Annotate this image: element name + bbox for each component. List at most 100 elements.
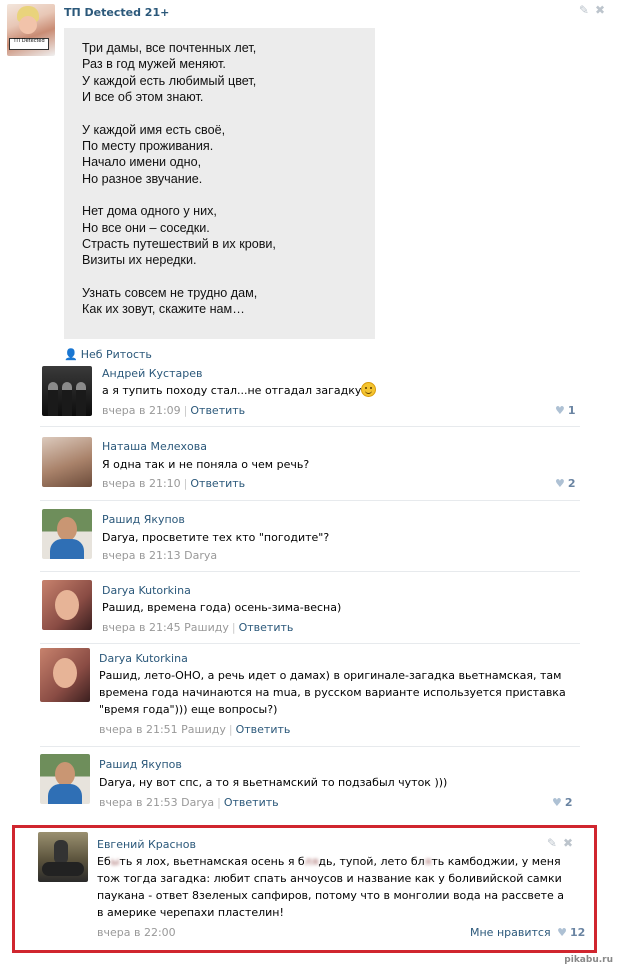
heart-icon: ♥ [555, 477, 565, 490]
close-icon[interactable]: ✖ [595, 3, 605, 17]
comment-author[interactable]: Евгений Краснов [97, 838, 196, 851]
reply-to-name[interactable]: Darya [184, 549, 217, 562]
comment-time[interactable]: вчера в 21:45 [102, 621, 181, 634]
heart-icon: ♥ [557, 926, 567, 939]
comment-text-body: а я тупить походу стал...не отгадал зага… [102, 384, 362, 397]
like-button[interactable]: ♥ 2 [552, 796, 573, 809]
poem-stanza: У каждой имя есть своё, По месту прожива… [82, 122, 357, 188]
poem-line: У каждой есть любимый цвет, [82, 73, 257, 88]
comment-meta: вчера в 22:00 [97, 926, 176, 939]
reply-to-name[interactable]: Рашиду [184, 621, 229, 634]
comment-text: Darya, просветите тех кто "погодите"? [102, 531, 330, 544]
comment-text: Я одна так и не поняла о чем речь? [102, 458, 310, 471]
reply-to-name[interactable]: Darya [181, 796, 214, 809]
like-count: 2 [567, 477, 576, 490]
like-label: Мне нравится [470, 926, 551, 939]
comment-text-part: Еб [97, 855, 111, 868]
poem-line: Три дамы, все почтенных лет, [82, 41, 257, 55]
avatar[interactable] [40, 648, 90, 702]
poem-line: По месту проживания. [82, 139, 214, 154]
heart-icon: ♥ [552, 796, 562, 809]
comment-meta: вчера в 21:09 | Ответить [102, 404, 246, 417]
comment-meta: вчера в 21:53 Darya | Ответить [99, 796, 279, 809]
like-button[interactable]: ♥ 2 [555, 477, 576, 490]
reply-button[interactable]: Ответить [236, 723, 291, 736]
poem-stanza: Нет дома одного у них, Но все они – сосе… [82, 203, 357, 269]
comment-text: Рашид, времена года) осень-зима-весна) [102, 601, 342, 614]
comment-meta: вчера в 21:13 Darya [102, 549, 217, 562]
post-likers[interactable]: 👤 Неб Ритость [64, 348, 152, 361]
comment-author[interactable]: Рашид Якупов [99, 758, 182, 771]
like-button[interactable]: ♥ 1 [555, 404, 576, 417]
poem-line: И все об этом знают. [82, 90, 204, 105]
poem-line: Как их зовут, скажите нам… [82, 302, 245, 317]
post-author-avatar[interactable]: ТП Detected [7, 4, 55, 56]
liker-name[interactable]: Неб Ритость [81, 348, 152, 361]
reply-button[interactable]: Ответить [239, 621, 294, 634]
reply-button[interactable]: Ответить [190, 477, 245, 490]
comment-text-part: ть я лох, вьетнамская осень я б [119, 855, 305, 868]
watermark: pikabu.ru [564, 955, 613, 965]
poem-line: У каждой имя есть своё, [82, 122, 226, 137]
poem-line: Узнать совсем не трудно дам, [82, 285, 258, 300]
comment-time[interactable]: вчера в 21:10 [102, 477, 181, 490]
avatar[interactable] [40, 754, 90, 804]
comment-author[interactable]: Darya Kutorkina [99, 652, 188, 665]
poem-line: Нет дома одного у них, [82, 204, 217, 219]
comment-text: Ебыть я лох, вьетнамская осень я блядь, … [97, 853, 571, 921]
avatar[interactable] [42, 366, 92, 416]
like-count: 1 [567, 404, 576, 417]
close-icon[interactable]: ✖ [563, 836, 573, 850]
comment-divider [40, 746, 580, 747]
comment-divider [40, 571, 580, 572]
comment-divider [40, 426, 580, 427]
comment-author[interactable]: Darya Kutorkina [102, 584, 191, 597]
comment-time[interactable]: вчера в 21:53 [99, 796, 178, 809]
comment-time[interactable]: вчера в 21:13 [102, 549, 181, 562]
heart-icon: ♥ [555, 404, 565, 417]
poem-line: Начало имени одно, [82, 155, 202, 170]
poem-line: Визиты их нередки. [82, 253, 197, 268]
post-poem-text: Три дамы, все почтенных лет, Раз в год м… [64, 28, 375, 339]
reply-button[interactable]: Ответить [190, 404, 245, 417]
poem-line: Страсть путешествий в их крови, [82, 237, 276, 252]
poem-line: Раз в год мужей меняют. [82, 57, 226, 72]
comment-time[interactable]: вчера в 22:00 [97, 926, 176, 939]
reply-to-name[interactable]: Рашиду [181, 723, 226, 736]
comment-author[interactable]: Рашид Якупов [102, 513, 185, 526]
comment-text: Рашид, лето-ОНО, а речь идет о дамах) в … [99, 669, 566, 716]
comment-author[interactable]: Наташа Мелехова [102, 440, 207, 453]
like-button[interactable]: Мне нравится ♥ 12 [470, 926, 585, 939]
poem-line: Но разное звучание. [82, 171, 203, 186]
comment-text-part: дь, тупой, лето бл [318, 855, 425, 868]
reply-button[interactable]: Ответить [224, 796, 279, 809]
comment-time[interactable]: вчера в 21:51 [99, 723, 178, 736]
comment-tools: ✎ ✖ [541, 836, 573, 850]
edit-icon[interactable]: ✎ [579, 3, 589, 17]
like-count: 12 [569, 926, 586, 939]
comment-text: Darya, ну вот спс, а то я вьетнамский то… [99, 776, 448, 789]
post-author-name[interactable]: ТП Detected 21+ [64, 6, 169, 19]
like-count: 2 [564, 796, 573, 809]
post-tools: ✎ ✖ [573, 3, 605, 17]
poem-stanza: Три дамы, все почтенных лет, Раз в год м… [82, 40, 357, 106]
comment-author[interactable]: Андрей Кустарев [102, 367, 202, 380]
comment-text: а я тупить походу стал...не отгадал зага… [102, 382, 572, 399]
comment-divider [40, 500, 580, 501]
smiley-icon [361, 382, 377, 397]
censored-mark: ля [304, 855, 319, 868]
comment-meta: вчера в 21:10 | Ответить [102, 477, 246, 490]
avatar[interactable] [42, 509, 92, 559]
avatar[interactable] [42, 437, 92, 487]
comment-time[interactable]: вчера в 21:09 [102, 404, 181, 417]
comment-meta: вчера в 21:51 Рашиду | Ответить [99, 723, 291, 736]
avatar-badge-text: ТП Detected [9, 38, 49, 50]
avatar[interactable] [42, 580, 92, 630]
comment-divider [40, 643, 580, 644]
poem-stanza: Узнать совсем не трудно дам, Как их зову… [82, 285, 357, 318]
poem-line: Но все они – соседки. [82, 220, 210, 235]
avatar[interactable] [38, 832, 88, 882]
edit-icon[interactable]: ✎ [547, 836, 557, 850]
comment-meta: вчера в 21:45 Рашиду | Ответить [102, 621, 294, 634]
user-icon: 👤 [64, 348, 78, 361]
